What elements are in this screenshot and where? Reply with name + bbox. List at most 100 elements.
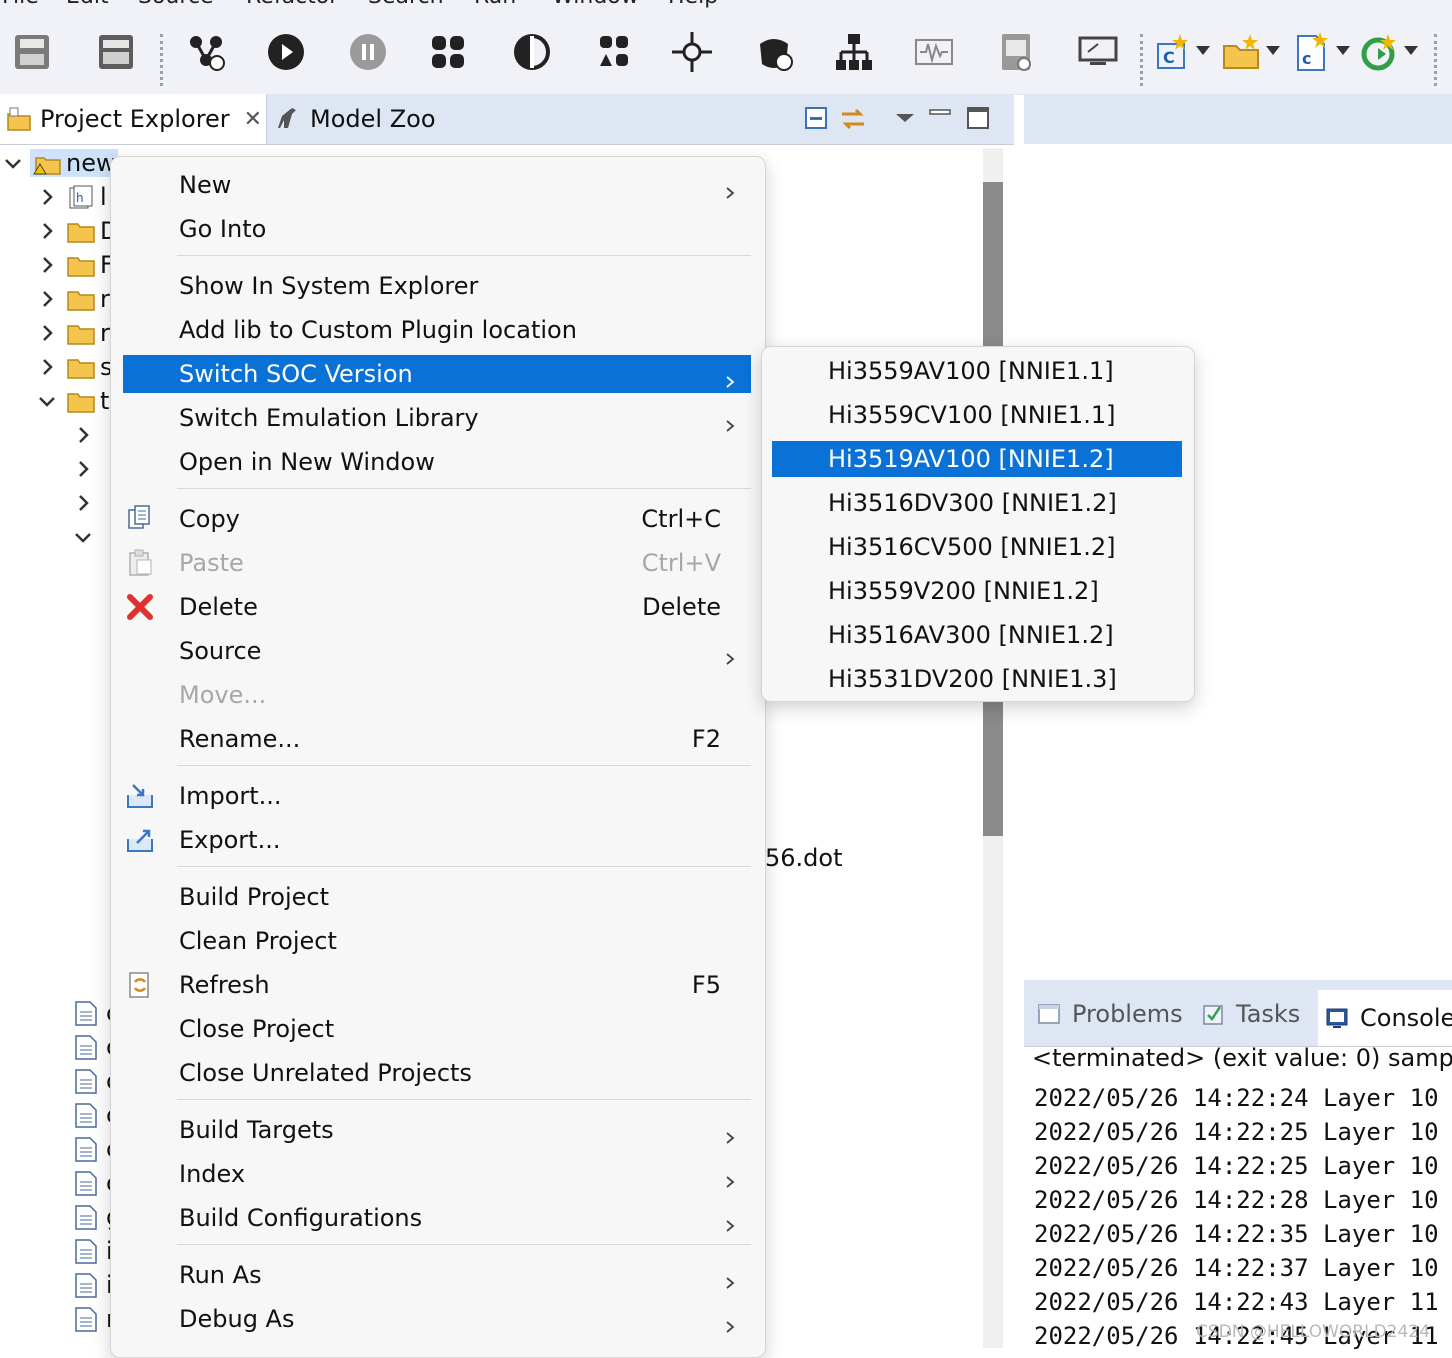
menu-item-switch-emulation-library[interactable]: Switch Emulation Library bbox=[123, 399, 751, 437]
chevron-right-icon[interactable] bbox=[36, 186, 58, 208]
maximize-icon[interactable] bbox=[964, 104, 994, 134]
menu-search[interactable]: Search bbox=[368, 0, 444, 9]
menu-item-export[interactable]: Export... bbox=[123, 821, 751, 859]
menu-item-copy[interactable]: Copy Ctrl+C bbox=[123, 500, 751, 538]
chevron-down-icon[interactable] bbox=[72, 526, 94, 548]
new-folder-icon[interactable] bbox=[1218, 28, 1266, 76]
menu-item-index[interactable]: Index bbox=[123, 1155, 751, 1193]
run-icon[interactable] bbox=[262, 28, 310, 76]
save-all-icon[interactable] bbox=[8, 28, 56, 76]
tree-row[interactable] bbox=[72, 418, 94, 452]
menu-item-source[interactable]: Source bbox=[123, 632, 751, 670]
tree-row[interactable] bbox=[72, 486, 94, 520]
view-menu-icon[interactable] bbox=[890, 104, 920, 134]
chevron-down-icon[interactable] bbox=[36, 390, 58, 412]
tab-tasks[interactable]: Tasks bbox=[1200, 994, 1300, 1034]
tree-row[interactable]: D bbox=[36, 214, 118, 248]
menu-item-run-as[interactable]: Run As bbox=[123, 1256, 751, 1294]
tree-row[interactable]: h l bbox=[36, 180, 107, 214]
menu-item-add-lib-to-custom-plugin-location[interactable]: Add lib to Custom Plugin location bbox=[123, 311, 751, 349]
new-c-project-icon[interactable]: C bbox=[1148, 28, 1196, 76]
suspend-icon[interactable] bbox=[344, 28, 392, 76]
collapse-all-icon[interactable] bbox=[802, 104, 832, 134]
menu-item-build-configurations[interactable]: Build Configurations bbox=[123, 1199, 751, 1237]
menu-item-debug-as[interactable]: Debug As bbox=[123, 1300, 751, 1338]
chevron-right-icon[interactable] bbox=[36, 220, 58, 242]
model-convert-icon[interactable] bbox=[182, 28, 230, 76]
menu-item-go-into[interactable]: Go Into bbox=[123, 210, 751, 248]
minimize-icon[interactable] bbox=[926, 104, 956, 134]
chevron-right-icon[interactable] bbox=[36, 356, 58, 378]
tree-row[interactable]: s bbox=[36, 350, 113, 384]
chevron-down-icon[interactable] bbox=[1266, 46, 1280, 55]
waveform-icon[interactable] bbox=[910, 28, 958, 76]
chevron-down-icon[interactable] bbox=[2, 152, 24, 174]
chevron-down-icon[interactable] bbox=[1196, 46, 1210, 55]
tree-row[interactable]: t bbox=[36, 384, 109, 418]
chevron-right-icon[interactable] bbox=[36, 254, 58, 276]
chevron-right-icon[interactable] bbox=[72, 424, 94, 446]
menu-item-switch-soc-version[interactable]: Switch SOC Version bbox=[123, 355, 751, 393]
file-row[interactable]: i bbox=[72, 1268, 113, 1302]
tab-model-zoo[interactable]: Model Zoo bbox=[270, 94, 520, 144]
menu-item-delete[interactable]: Delete Delete bbox=[123, 588, 751, 626]
new-c-file-icon[interactable]: c bbox=[1288, 28, 1336, 76]
file-row[interactable]: i bbox=[72, 1234, 113, 1268]
monitor-icon[interactable] bbox=[1074, 28, 1122, 76]
chevron-right-icon[interactable] bbox=[72, 458, 94, 480]
vertical-scrollbar[interactable] bbox=[983, 148, 1003, 1348]
chevron-right-icon[interactable] bbox=[36, 288, 58, 310]
menu-item-build-targets[interactable]: Build Targets bbox=[123, 1111, 751, 1149]
tree-row[interactable]: r bbox=[36, 282, 110, 316]
tree-row-project[interactable]: new bbox=[2, 146, 118, 180]
tab-console[interactable]: Console bbox=[1318, 990, 1452, 1046]
print-icon[interactable] bbox=[92, 28, 140, 76]
tab-project-explorer[interactable]: Project Explorer ✕ bbox=[0, 94, 267, 144]
menu-edit[interactable]: Edit bbox=[66, 0, 109, 9]
chevron-down-icon[interactable] bbox=[1336, 46, 1350, 55]
nodes-icon[interactable] bbox=[424, 28, 472, 76]
menu-run[interactable]: Run bbox=[474, 0, 516, 9]
menu-item-show-in-system-explorer[interactable]: Show In System Explorer bbox=[123, 267, 751, 305]
soc-option[interactable]: Hi3516AV300 [NNIE1.2] bbox=[772, 617, 1182, 653]
soc-option[interactable]: Hi3531DV200 [NNIE1.3] bbox=[772, 661, 1182, 697]
close-icon[interactable]: ✕ bbox=[244, 107, 262, 132]
tab-problems[interactable]: Problems bbox=[1036, 994, 1183, 1034]
menu-source[interactable]: Source bbox=[138, 0, 214, 9]
refresh-run-icon[interactable] bbox=[1356, 28, 1404, 76]
menu-item-build-project[interactable]: Build Project bbox=[123, 878, 751, 916]
target-icon[interactable] bbox=[668, 28, 716, 76]
tree-row[interactable] bbox=[72, 520, 94, 554]
tree-row[interactable] bbox=[72, 452, 94, 486]
menu-item-close-unrelated-projects[interactable]: Close Unrelated Projects bbox=[123, 1054, 751, 1092]
menu-item-new[interactable]: New bbox=[123, 166, 751, 204]
soc-option[interactable]: Hi3516DV300 [NNIE1.2] bbox=[772, 485, 1182, 521]
soc-option[interactable]: Hi3559CV100 [NNIE1.1] bbox=[772, 397, 1182, 433]
device-icon[interactable] bbox=[992, 28, 1040, 76]
soc-option[interactable]: Hi3516CV500 [NNIE1.2] bbox=[772, 529, 1182, 565]
chevron-right-icon[interactable] bbox=[72, 492, 94, 514]
tree-row[interactable]: r bbox=[36, 316, 110, 350]
chevron-right-icon[interactable] bbox=[36, 322, 58, 344]
menu-item-rename[interactable]: Rename... F2 bbox=[123, 720, 751, 758]
menu-window[interactable]: Window bbox=[552, 0, 639, 9]
menu-item-import[interactable]: Import... bbox=[123, 777, 751, 815]
chevron-down-icon[interactable] bbox=[1404, 46, 1418, 55]
link-with-editor-icon[interactable] bbox=[838, 104, 868, 134]
compare-icon[interactable] bbox=[508, 28, 556, 76]
menu-item-open-in-new-window[interactable]: Open in New Window bbox=[123, 443, 751, 481]
menu-help[interactable]: Help bbox=[668, 0, 718, 9]
cluster-icon[interactable] bbox=[590, 28, 638, 76]
debug-mouse-icon[interactable] bbox=[750, 28, 798, 76]
soc-option[interactable]: Hi3559AV100 [NNIE1.1] bbox=[772, 353, 1182, 389]
hierarchy-icon[interactable] bbox=[830, 28, 878, 76]
menu-item-close-project[interactable]: Close Project bbox=[123, 1010, 751, 1048]
soc-option[interactable]: Hi3519AV100 [NNIE1.2] bbox=[772, 441, 1182, 477]
menu-refactor[interactable]: Refactor bbox=[246, 0, 338, 9]
menu-item-clean-project[interactable]: Clean Project bbox=[123, 922, 751, 960]
soc-option[interactable]: Hi3559V200 [NNIE1.2] bbox=[772, 573, 1182, 609]
tree-row[interactable]: F bbox=[36, 248, 114, 282]
paste-icon bbox=[125, 548, 155, 578]
menu-item-refresh[interactable]: Refresh F5 bbox=[123, 966, 751, 1004]
menu-file[interactable]: File bbox=[2, 0, 39, 9]
